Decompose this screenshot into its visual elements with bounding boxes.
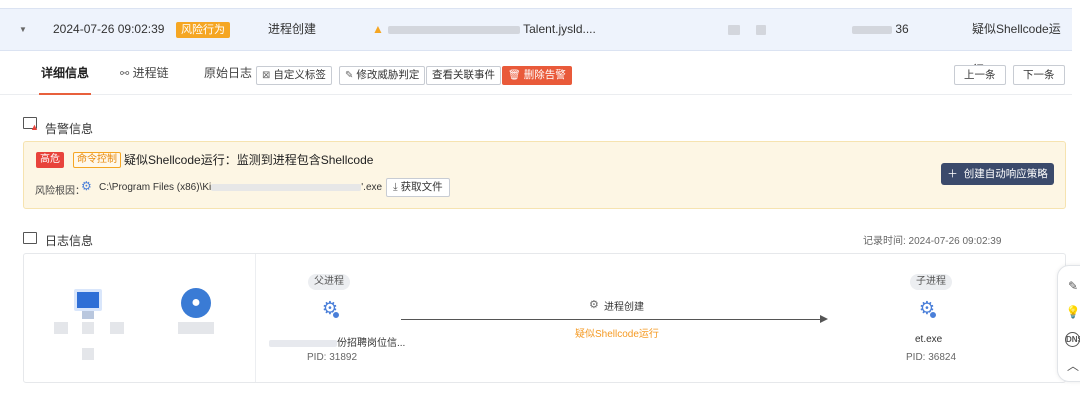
alert-time: 2024-07-26 09:02:39 [53,22,165,36]
process-chain-icon: ⚯ [120,68,130,80]
relation-action: 进程创建 [604,302,644,313]
log-info-panel: ● 父进程 ⚙ 份招聘岗位信... PID: 31892 ⚙ 进程创建 疑似Sh… [23,253,1066,383]
relation-arrow [401,319,826,320]
bulb-icon[interactable]: 💡 [1065,304,1080,320]
child-process-name[interactable]: et.exe [915,334,942,345]
root-cause-label: 风险根因： [35,186,85,197]
trash-icon: 🗑 [508,70,521,81]
category-badge: 命令控制 [73,152,121,168]
redacted-block [756,25,766,35]
alert-host: 36 [852,9,909,50]
edit-icon[interactable]: ✎ [1065,278,1080,294]
parent-process-label: 父进程 [308,274,350,290]
redacted-block [110,322,124,334]
redacted-text [388,25,520,34]
tab-raw-log[interactable]: 原始日志 [204,52,252,95]
next-button[interactable]: 下一条 [1013,65,1065,85]
child-process-label: 子进程 [910,274,952,290]
redacted-text [269,339,337,347]
risk-behavior-tag: 风险行为 [176,22,230,38]
view-related-button[interactable]: 查看关联事件 [426,66,501,85]
delete-alert-button[interactable]: 🗑 删除告警 [502,66,572,85]
alert-title: 疑似Shellcode运行：监测到进程包含Shellcode [124,153,374,167]
process-create-icon: ⚙ [589,299,599,311]
custom-tag-button[interactable]: ⊠ 自定义标签 [256,66,332,85]
chevron-up-icon[interactable]: ︿ [1065,358,1080,374]
redacted-block [82,322,94,334]
collapse-caret-icon[interactable]: ▼ [19,9,27,50]
root-cause-path[interactable]: C:\Program Files (x86)\Ki '.exe [99,182,382,193]
alert-target-suffix: Talent.jysld.... [523,22,596,36]
alert-info-panel: 高危 命令控制 疑似Shellcode运行：监测到进程包含Shellcode 风… [23,141,1066,209]
alert-host-suffix: 36 [895,22,909,36]
parent-pid: PID: 31892 [307,352,358,363]
computer-icon [74,289,102,311]
redacted-block [728,25,740,35]
redacted-block [82,348,94,360]
create-policy-button[interactable]: ＋ 创建自动响应策略 [941,163,1054,185]
log-info-title: 日志信息 [45,234,94,248]
warning-icon: ▲ [372,22,384,36]
tab-process-chain[interactable]: ⚯ 进程链 [120,52,169,95]
arrow-head-icon [820,315,828,323]
modify-judgment-button[interactable]: ✎ 修改威胁判定 [339,66,426,85]
detail-tabs-bar: 详细信息 ⚯ 进程链 原始日志 ⊠ 自定义标签 ✎ 修改威胁判定 查看关联事件 🗑 删… [0,52,1072,95]
alert-summary-row[interactable]: ▼ 2024-07-26 09:02:39 风险行为 进程创建 ▲ Talent… [0,8,1072,77]
pen-icon: ✎ [345,70,354,81]
modify-judgment-label: 修改威胁判定 [356,69,420,81]
redacted-block [54,322,68,334]
prev-button[interactable]: 上一条 [954,65,1006,85]
dns-icon[interactable]: DNS [1065,332,1080,347]
redacted-text [852,25,892,34]
alert-rule: 疑似Shellcode运行 [972,22,1061,77]
user-avatar-icon: ● [181,288,211,318]
floating-toolbar: ✎ 💡 DNS ︿ [1057,265,1080,382]
root-path-suffix: '.exe [361,182,383,193]
process-search-icon: ⚙ [81,179,92,193]
alert-triangle-icon: ▲ [30,122,39,132]
alert-info-title: 告警信息 [45,122,94,136]
alert-target: Talent.jysld.... [388,9,596,50]
delete-alert-label: 删除告警 [523,69,566,81]
host-user-area: ● [24,254,256,382]
event-type: 进程创建 [268,22,317,36]
tag-icon: ⊠ [262,70,271,81]
download-icon: ⤓ [393,181,398,193]
parent-process-name-suffix: 份招聘岗位信... [337,338,406,349]
parent-process-name[interactable]: 份招聘岗位信... [269,334,405,349]
child-pid: PID: 36824 [906,352,957,363]
process-badge-icon [929,311,937,319]
get-file-button[interactable]: ⤓ 获取文件 [386,178,450,197]
custom-tag-label: 自定义标签 [273,69,326,81]
create-policy-label: 创建自动响应策略 [963,168,1048,180]
plus-icon: ＋ [947,168,958,180]
record-time: 记录时间: 2024-07-26 09:02:39 [863,236,1002,247]
computer-stand-icon [82,311,94,319]
redacted-block [178,322,214,334]
redacted-text [211,183,362,191]
tab-process-chain-label: 进程链 [132,66,169,80]
tab-detail[interactable]: 详细信息 [38,52,92,95]
process-badge-icon [332,311,340,319]
severity-badge: 高危 [36,152,64,168]
get-file-label: 获取文件 [400,181,443,193]
log-info-icon [23,232,37,244]
root-path-prefix: C:\Program Files (x86)\Ki [99,182,212,193]
suspicion-label: 疑似Shellcode运行 [575,329,659,340]
